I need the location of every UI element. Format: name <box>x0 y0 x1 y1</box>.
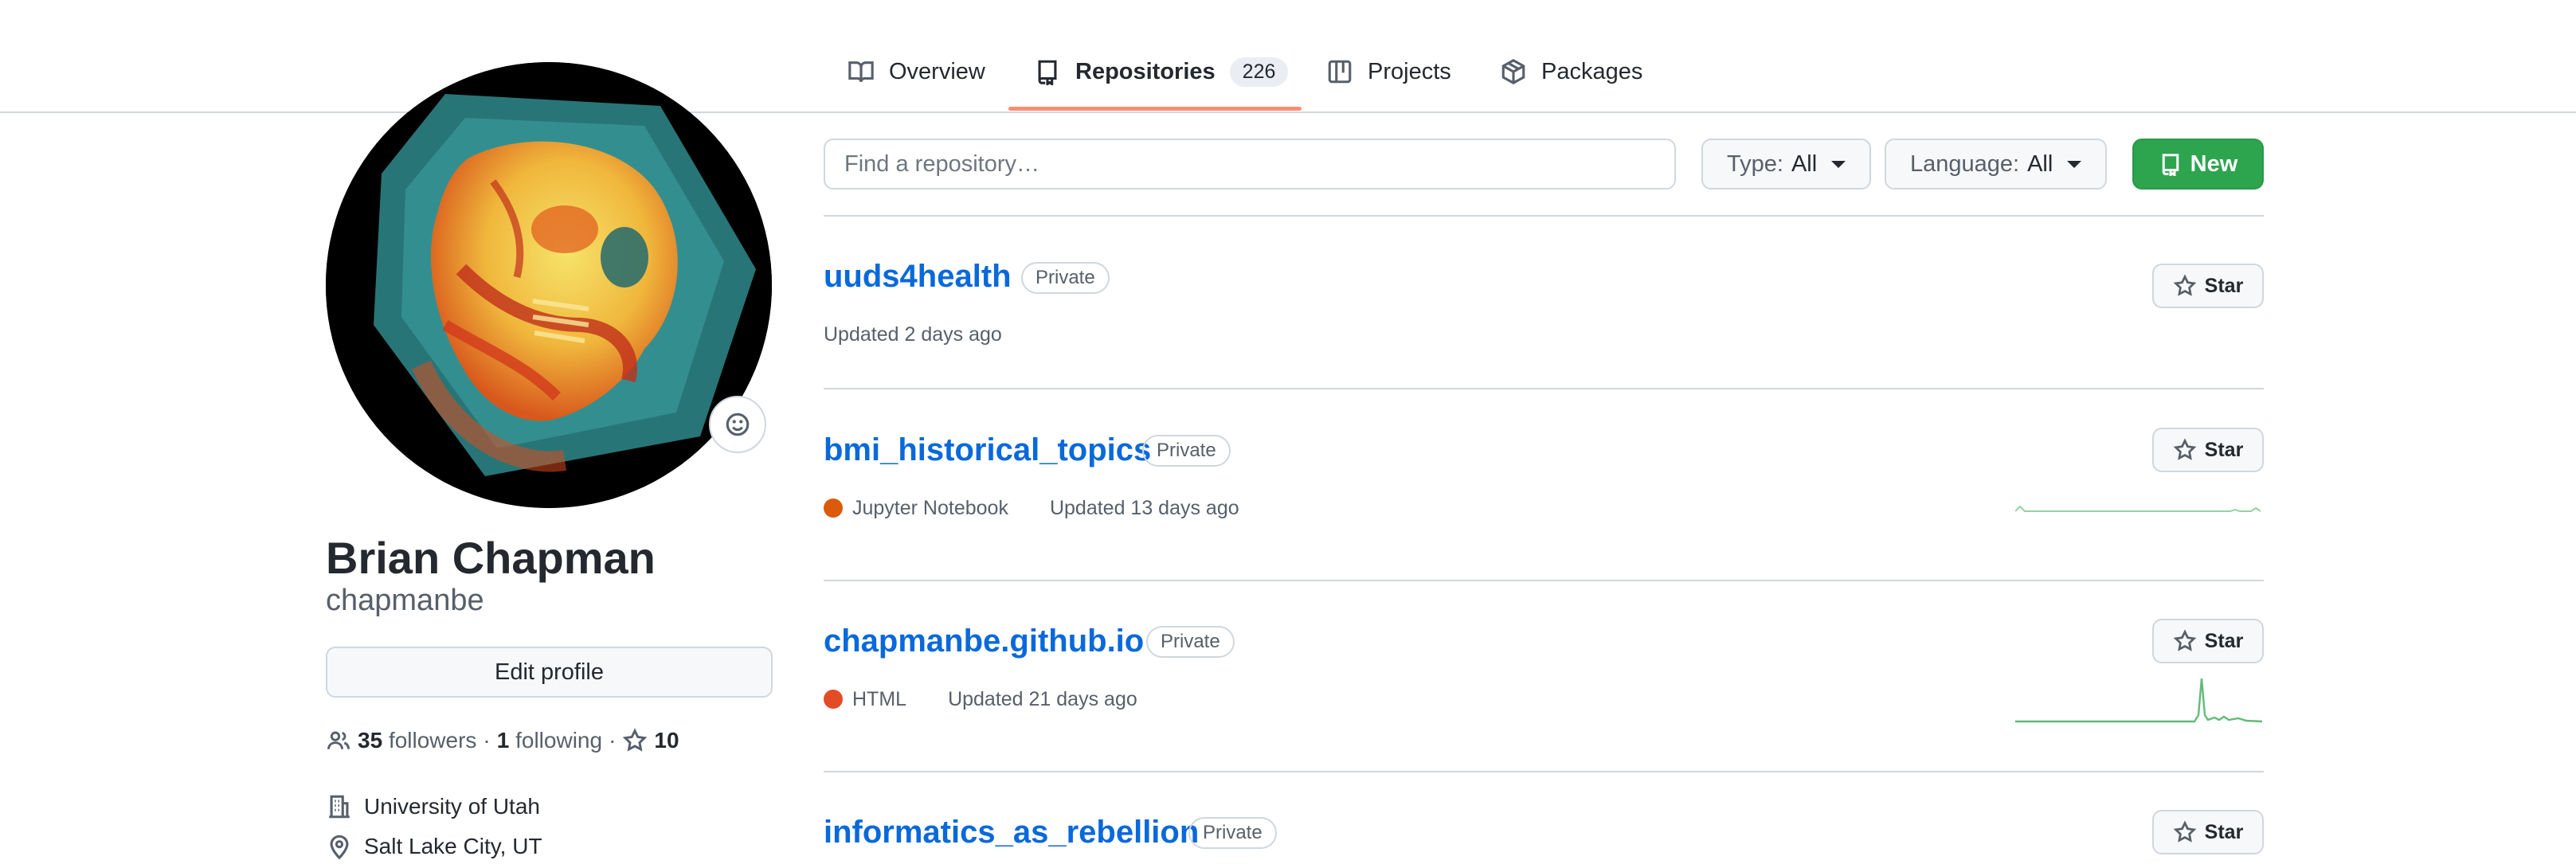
star-icon <box>2173 629 2197 653</box>
book-icon <box>848 58 875 85</box>
star-button-label: Star <box>2204 629 2244 652</box>
visibility-badge: Private <box>1142 435 1231 467</box>
language-filter-dropdown[interactable]: Language: All <box>1885 139 2108 190</box>
profile-full-name: Brian Chapman <box>326 533 656 583</box>
star-button[interactable]: Star <box>2152 428 2264 472</box>
tab-packages-label: Packages <box>1541 58 1643 84</box>
following-link[interactable]: 1 following <box>497 728 602 753</box>
new-repository-button[interactable]: New <box>2132 139 2264 190</box>
profile-username: chapmanbe <box>326 584 484 617</box>
repo-divider <box>824 771 2264 772</box>
find-repository-input[interactable] <box>824 139 1676 190</box>
building-icon <box>326 793 353 820</box>
repo-meta: HTML Updated 21 days ago <box>824 685 1137 714</box>
profile-location: Salt Lake City, UT <box>326 831 542 862</box>
repo-name-link[interactable]: chapmanbe.github.io <box>824 624 1144 659</box>
star-button[interactable]: Star <box>2152 264 2264 308</box>
followers-link[interactable]: 35 followers <box>358 728 476 753</box>
repo-language: Jupyter Notebook <box>852 496 1008 519</box>
following-count: 1 <box>496 728 510 753</box>
language-color-dot <box>824 690 843 709</box>
filter-divider <box>824 215 2264 217</box>
location-pin-icon <box>326 833 353 860</box>
organization-text: University of Utah <box>364 794 540 819</box>
type-filter-label: Type: <box>1727 151 1783 177</box>
follow-stats: 35 followers · 1 following · 10 <box>326 725 679 757</box>
caret-down-icon <box>1831 160 1846 168</box>
smiley-icon <box>724 411 751 438</box>
project-icon <box>1326 58 1353 85</box>
star-icon <box>2173 274 2197 298</box>
activity-sparkline <box>2015 505 2261 512</box>
repo-name-link[interactable]: bmi_historical_topics <box>824 432 1151 468</box>
star-icon <box>2173 820 2197 844</box>
star-icon <box>2173 438 2197 462</box>
edit-profile-button[interactable]: Edit profile <box>326 647 773 698</box>
tab-projects-label: Projects <box>1368 58 1451 84</box>
activity-sparkline <box>2015 678 2262 723</box>
repo-meta: Jupyter Notebook Updated 13 days ago <box>824 494 1239 522</box>
tab-packages[interactable]: Packages <box>1500 46 1642 97</box>
repo-name-link[interactable]: informatics_as_rebellion <box>824 815 1199 850</box>
tab-repositories[interactable]: Repositories 226 <box>1034 46 1289 97</box>
separator-dot: · <box>483 728 491 753</box>
star-icon <box>622 728 648 753</box>
tab-overview[interactable]: Overview <box>848 46 985 97</box>
repositories-count-badge: 226 <box>1229 57 1289 87</box>
star-button-label: Star <box>2204 438 2244 461</box>
repo-language: HTML <box>852 687 907 710</box>
caret-down-icon <box>2067 160 2082 168</box>
repo-icon <box>2159 152 2183 176</box>
set-status-button[interactable] <box>709 396 766 453</box>
visibility-badge: Private <box>1188 817 1277 849</box>
repo-updated: Updated 2 days ago <box>824 323 1002 346</box>
language-filter-label: Language: <box>1910 151 2020 177</box>
stars-link[interactable]: 10 <box>622 728 679 753</box>
avatar[interactable] <box>326 62 772 508</box>
type-filter-dropdown[interactable]: Type: All <box>1701 139 1872 190</box>
new-button-label: New <box>2190 151 2238 177</box>
visibility-badge: Private <box>1146 626 1235 658</box>
star-button-label: Star <box>2204 274 2244 297</box>
repo-divider <box>824 580 2264 581</box>
followers-count: 35 <box>358 728 383 753</box>
repo-updated: Updated 13 days ago <box>1049 496 1239 519</box>
language-color-dot <box>824 499 843 518</box>
profile-organization: University of Utah <box>326 791 540 823</box>
separator-dot: · <box>609 728 617 753</box>
repo-name-link[interactable]: uuds4health <box>824 259 1012 295</box>
stars-count: 10 <box>654 728 679 753</box>
people-icon <box>326 728 351 753</box>
tab-projects[interactable]: Projects <box>1326 46 1451 97</box>
repo-divider <box>824 388 2264 389</box>
repo-icon <box>1034 58 1061 85</box>
type-filter-value: All <box>1791 151 1818 177</box>
active-tab-underline <box>1008 107 1302 111</box>
repo-meta: Updated 2 days ago <box>824 320 1002 349</box>
profile-nav: Overview Repositories 226 Projects Packa… <box>0 0 2576 113</box>
visibility-badge: Private <box>1021 262 1110 294</box>
tab-overview-label: Overview <box>889 58 985 84</box>
star-button[interactable]: Star <box>2152 619 2264 663</box>
location-text: Salt Lake City, UT <box>364 834 542 858</box>
followers-label: followers <box>388 728 477 753</box>
repo-updated: Updated 21 days ago <box>948 687 1137 710</box>
language-filter-value: All <box>2027 151 2053 177</box>
star-button-label: Star <box>2204 820 2244 843</box>
tab-repositories-label: Repositories <box>1075 58 1216 84</box>
star-button[interactable]: Star <box>2152 810 2264 854</box>
package-icon <box>1500 58 1527 85</box>
following-label: following <box>515 728 603 753</box>
